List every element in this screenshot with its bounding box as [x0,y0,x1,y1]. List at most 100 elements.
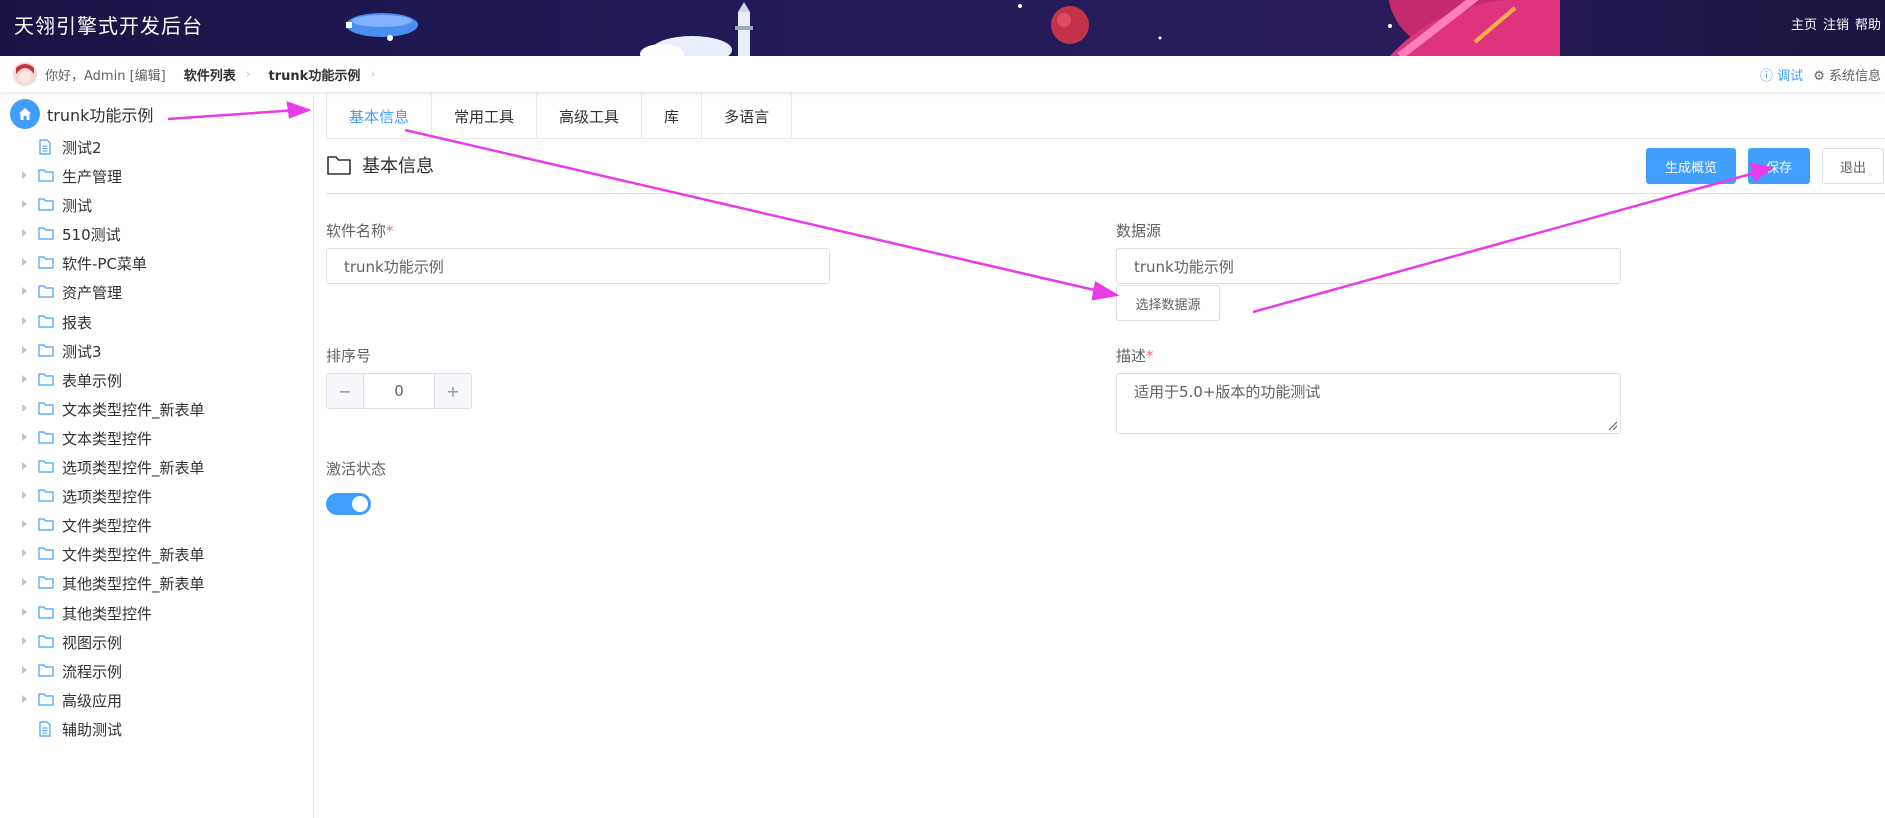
tree-item-label: 测试3 [62,342,102,361]
tree-item-label: 高级应用 [62,691,123,710]
caret-right-icon[interactable] [22,665,27,674]
caret-right-icon[interactable] [22,258,27,267]
caret-right-icon[interactable] [22,432,27,441]
tree-item[interactable]: 测试 [0,190,313,219]
data-source-input[interactable]: trunk功能示例 [1116,248,1621,284]
tree-item[interactable]: 视图示例 [0,627,313,656]
annotation-arrowhead [1091,281,1120,301]
folder-icon [38,459,54,477]
tree-item-label: 流程示例 [62,662,123,681]
caret-right-icon[interactable] [22,520,27,529]
tree-item[interactable]: 其他类型控件 [0,598,313,627]
caret-right-icon[interactable] [22,694,27,703]
generate-preview-button[interactable]: 生成概览 [1646,148,1736,184]
avatar[interactable] [13,62,37,86]
software-name-input[interactable]: trunk功能示例 [326,248,830,284]
resize-handle-icon[interactable] [1607,420,1618,431]
module-tree: trunk功能示例 测试2 生产管理测试 510测试 软件-PC菜单 资产管理报表测试3… [0,96,314,818]
tab-basic-info[interactable]: 基本信息 [327,93,433,139]
gear-icon: ⚙ [1813,69,1825,84]
caret-right-icon[interactable] [22,200,27,209]
increment-button[interactable]: + [435,374,471,408]
tab-advanced-tools[interactable]: 高级工具 [537,93,643,139]
tab-multilanguage[interactable]: 多语言 [702,93,791,139]
tree-item[interactable]: 资产管理 [0,277,313,306]
tree-item[interactable]: 生产管理 [0,161,313,190]
exit-button[interactable]: 退出 [1822,148,1884,184]
help-link[interactable]: 帮助 [1855,14,1881,33]
caret-right-icon[interactable] [22,578,27,587]
tree-item-label: 选项类型控件 [62,488,153,507]
data-source-label: 数据源 [1116,222,1162,240]
user-greeting[interactable]: 你好，Admin [编辑] [45,65,166,84]
folder-icon [38,575,54,593]
home-icon [10,99,40,129]
caret-right-icon[interactable] [22,287,27,296]
description-label: 描述* [1116,347,1154,365]
avatar-icon [13,62,37,86]
caret-right-icon[interactable] [22,549,27,558]
folder-icon [38,634,54,652]
tree-item-label: 测试2 [62,139,102,157]
caret-right-icon[interactable] [22,229,27,238]
tab-common-tools[interactable]: 常用工具 [432,93,538,139]
home-link[interactable]: 主页 [1791,14,1817,33]
caret-right-icon[interactable] [22,636,27,645]
tree-item[interactable]: 文本类型控件_新表单 [0,394,313,423]
tree-item[interactable]: 测试2 [0,132,313,161]
tree-item[interactable]: 测试3 [0,336,313,365]
tree-item[interactable]: 文件类型控件 [0,510,313,539]
save-button[interactable]: 保存 [1748,148,1810,184]
tree-item[interactable]: 其他类型控件_新表单 [0,568,313,597]
tree-item[interactable]: 报表 [0,307,313,336]
tree-item[interactable]: 高级应用 [0,685,313,714]
tree-item[interactable]: 表单示例 [0,365,313,394]
software-name-label: 软件名称* [326,222,394,240]
sort-order-input[interactable]: 0 [363,374,435,408]
caret-right-icon[interactable] [22,374,27,383]
folder-icon [38,430,54,448]
tree-root[interactable]: trunk功能示例 [0,96,313,132]
decrement-button[interactable]: − [327,374,363,408]
tree-item[interactable]: 510测试 [0,219,313,248]
tree-item[interactable]: 选项类型控件 [0,481,313,510]
caret-right-icon[interactable] [22,607,27,616]
folder-icon [38,284,54,302]
active-status-switch[interactable] [326,493,371,515]
section-header: 基本信息 [326,152,434,178]
tree-item-label: 其他类型控件_新表单 [62,575,205,594]
tree-item-label: 文本类型控件_新表单 [62,400,205,419]
banner-decoration [346,0,1560,56]
info-icon: ⓘ [1760,69,1774,84]
sort-order-label: 排序号 [326,347,372,365]
breadcrumb-software-list[interactable]: 软件列表 [184,65,236,84]
debug-link[interactable]: ⓘ 调试 [1760,65,1803,84]
caret-right-icon[interactable] [22,491,27,500]
select-data-source-button[interactable]: 选择数据源 [1116,285,1220,321]
tree-item-label: 其他类型控件 [62,604,153,623]
folder-icon [38,314,54,332]
folder-icon [38,226,54,244]
tree-item[interactable]: 选项类型控件_新表单 [0,452,313,481]
tree-item[interactable]: 辅助测试 [0,714,313,743]
tree-item-label: 报表 [62,313,93,332]
caret-right-icon[interactable] [22,403,27,412]
caret-right-icon[interactable] [22,462,27,471]
caret-right-icon[interactable] [22,171,27,180]
tree-item[interactable]: 软件-PC菜单 [0,248,313,277]
tree-item[interactable]: 文本类型控件 [0,423,313,452]
tree-item-label: 文件类型控件_新表单 [62,546,205,565]
tree-item[interactable]: 流程示例 [0,656,313,685]
section-divider [326,193,1885,194]
sysinfo-link[interactable]: ⚙ 系统信息 [1813,65,1881,84]
tree-item[interactable]: 文件类型控件_新表单 [0,539,313,568]
logout-link[interactable]: 注销 [1823,14,1849,33]
caret-right-icon[interactable] [22,345,27,354]
description-textarea[interactable]: 适用于5.0+版本的功能测试 [1116,373,1621,434]
folder-icon [38,605,54,623]
folder-icon [38,517,54,535]
tab-library[interactable]: 库 [642,93,703,139]
active-status-label: 激活状态 [326,460,387,478]
tree-item-label: 测试 [62,197,93,216]
caret-right-icon[interactable] [22,316,27,325]
